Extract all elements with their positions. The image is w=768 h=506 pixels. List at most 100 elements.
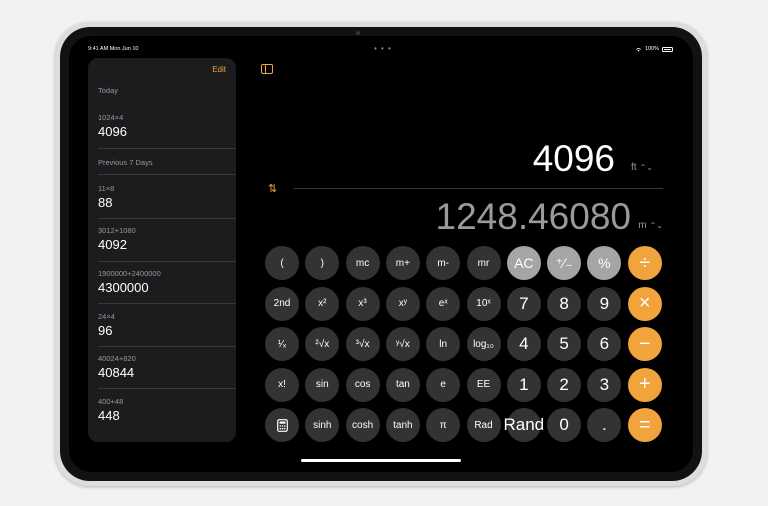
key-button[interactable]: = xyxy=(627,408,662,442)
key-button[interactable]: ʸ√x xyxy=(385,327,420,361)
history-result: 88 xyxy=(98,195,113,210)
key-button[interactable]: 0 xyxy=(547,408,582,442)
key-button[interactable]: AC xyxy=(506,246,541,280)
key-button[interactable]: xʸ xyxy=(385,286,420,321)
key-button[interactable]: x² xyxy=(305,286,340,321)
history-result: 4300000 xyxy=(98,280,149,295)
chevron-up-down-icon: ⌃⌄ xyxy=(649,221,663,230)
key-button[interactable]: ³√x xyxy=(345,327,380,361)
key-button[interactable]: ÷ xyxy=(627,246,662,280)
key-button[interactable]: . xyxy=(587,408,622,442)
key-button[interactable]: ln xyxy=(426,327,461,361)
key-button[interactable]: EE xyxy=(466,367,501,402)
section-title-previous: Previous 7 Days xyxy=(98,158,153,167)
key-button[interactable]: e xyxy=(426,367,461,402)
key-button[interactable]: eˣ xyxy=(426,286,461,321)
history-expression: 1024×4 xyxy=(98,113,124,122)
key-button[interactable]: sinh xyxy=(305,408,340,442)
key-button[interactable]: 5 xyxy=(547,327,582,361)
history-result: 40844 xyxy=(98,365,135,380)
history-expression: 1900000+2400000 xyxy=(98,269,161,278)
history-expression: 11×8 xyxy=(98,184,115,193)
history-entry[interactable]: 40024+820 40844 xyxy=(98,354,236,380)
key-button[interactable]: Rand xyxy=(503,408,544,442)
secondary-unit-selector[interactable]: m ⌃⌄ xyxy=(638,220,663,231)
edit-button[interactable]: Edit xyxy=(212,65,226,74)
history-entry[interactable]: 11×8 88 xyxy=(98,184,236,210)
secondary-display: 1248.46080 xyxy=(435,196,631,237)
key-button[interactable]: 7 xyxy=(506,286,541,321)
chevron-up-down-icon: ⌃⌄ xyxy=(639,163,653,172)
wifi-icon xyxy=(635,47,641,52)
primary-display: 4096 xyxy=(532,138,615,179)
history-entry[interactable]: 1900000+2400000 4300000 xyxy=(98,269,236,295)
key-button[interactable]: m- xyxy=(426,246,461,280)
key-button[interactable]: log₁₀ xyxy=(466,327,501,361)
key-button[interactable]: × xyxy=(627,286,662,321)
history-entry[interactable]: 24×4 96 xyxy=(98,312,236,338)
sidebar-toggle-icon[interactable] xyxy=(261,64,273,74)
history-entry[interactable]: 3012+1080 4092 xyxy=(98,226,236,252)
key-button[interactable]: sin xyxy=(305,367,340,402)
key-button[interactable]: − xyxy=(627,327,662,361)
history-result: 448 xyxy=(98,408,120,423)
secondary-unit: m xyxy=(638,220,647,231)
section-title-today: Today xyxy=(98,86,119,95)
divider xyxy=(98,174,236,175)
key-button[interactable]: cos xyxy=(345,367,380,402)
multitask-dots[interactable]: • • • xyxy=(374,44,392,53)
divider xyxy=(98,388,236,389)
primary-unit: ft xyxy=(631,162,637,173)
key-button[interactable]: 3 xyxy=(587,367,622,402)
key-button[interactable]: 8 xyxy=(547,286,582,321)
key-button[interactable]: + xyxy=(627,367,662,402)
key-button[interactable]: 6 xyxy=(587,327,622,361)
battery-percent: 100% xyxy=(644,46,659,52)
divider xyxy=(98,346,236,347)
key-button[interactable]: x³ xyxy=(345,286,380,321)
key-button[interactable]: m+ xyxy=(385,246,420,280)
divider xyxy=(98,261,236,262)
key-button[interactable]: % xyxy=(587,246,622,280)
key-button[interactable]: ) xyxy=(305,246,340,280)
history-result: 96 xyxy=(98,323,113,338)
key-button[interactable]: mc xyxy=(345,246,380,280)
history-expression: 40024+820 xyxy=(98,354,136,363)
history-entry[interactable]: 1024×4 4096 xyxy=(98,113,236,139)
screen: 9:41 AM Mon Jun 10 • • • 100% Edit Today… xyxy=(69,36,693,472)
key-button[interactable]: 9 xyxy=(587,286,622,321)
key-button[interactable]: 2 xyxy=(547,367,582,402)
history-expression: 3012+1080 xyxy=(98,226,136,235)
key-button[interactable]: mr xyxy=(466,246,501,280)
divider xyxy=(294,188,663,189)
key-button[interactable]: 2nd xyxy=(265,286,299,321)
divider xyxy=(98,148,236,149)
key-button[interactable]: tan xyxy=(385,367,420,402)
key-button[interactable]: 1 xyxy=(506,367,541,402)
key-button[interactable]: 10ˣ xyxy=(466,286,501,321)
history-expression: 400+48 xyxy=(98,397,124,406)
key-button[interactable]: ⁺∕₋ xyxy=(547,246,582,280)
convert-icon[interactable]: ⇅ xyxy=(268,182,277,195)
history-result: 4092 xyxy=(98,237,127,252)
key-button[interactable]: ²√x xyxy=(305,327,340,361)
camera-icon xyxy=(356,31,360,35)
battery-icon xyxy=(662,46,673,52)
home-indicator[interactable] xyxy=(301,459,461,462)
history-expression: 24×4 xyxy=(98,312,115,321)
key-button[interactable]: ¹⁄ₓ xyxy=(265,327,299,361)
status-right: 100% xyxy=(635,46,673,52)
key-button[interactable]: cosh xyxy=(345,408,380,442)
calculator-icon[interactable] xyxy=(265,408,299,442)
key-button[interactable]: x! xyxy=(265,367,299,402)
history-sidebar: Edit Today 1024×4 4096 Previous 7 Days 1… xyxy=(88,58,236,442)
key-button[interactable]: 4 xyxy=(506,327,541,361)
key-button[interactable]: ( xyxy=(265,246,299,280)
divider xyxy=(98,303,236,304)
key-button[interactable]: π xyxy=(426,408,461,442)
key-button[interactable]: tanh xyxy=(385,408,420,442)
history-result: 4096 xyxy=(98,124,127,139)
primary-unit-selector[interactable]: ft ⌃⌄ xyxy=(631,162,653,173)
history-entry[interactable]: 400+48 448 xyxy=(98,397,236,423)
key-button[interactable]: Rad xyxy=(466,408,501,442)
